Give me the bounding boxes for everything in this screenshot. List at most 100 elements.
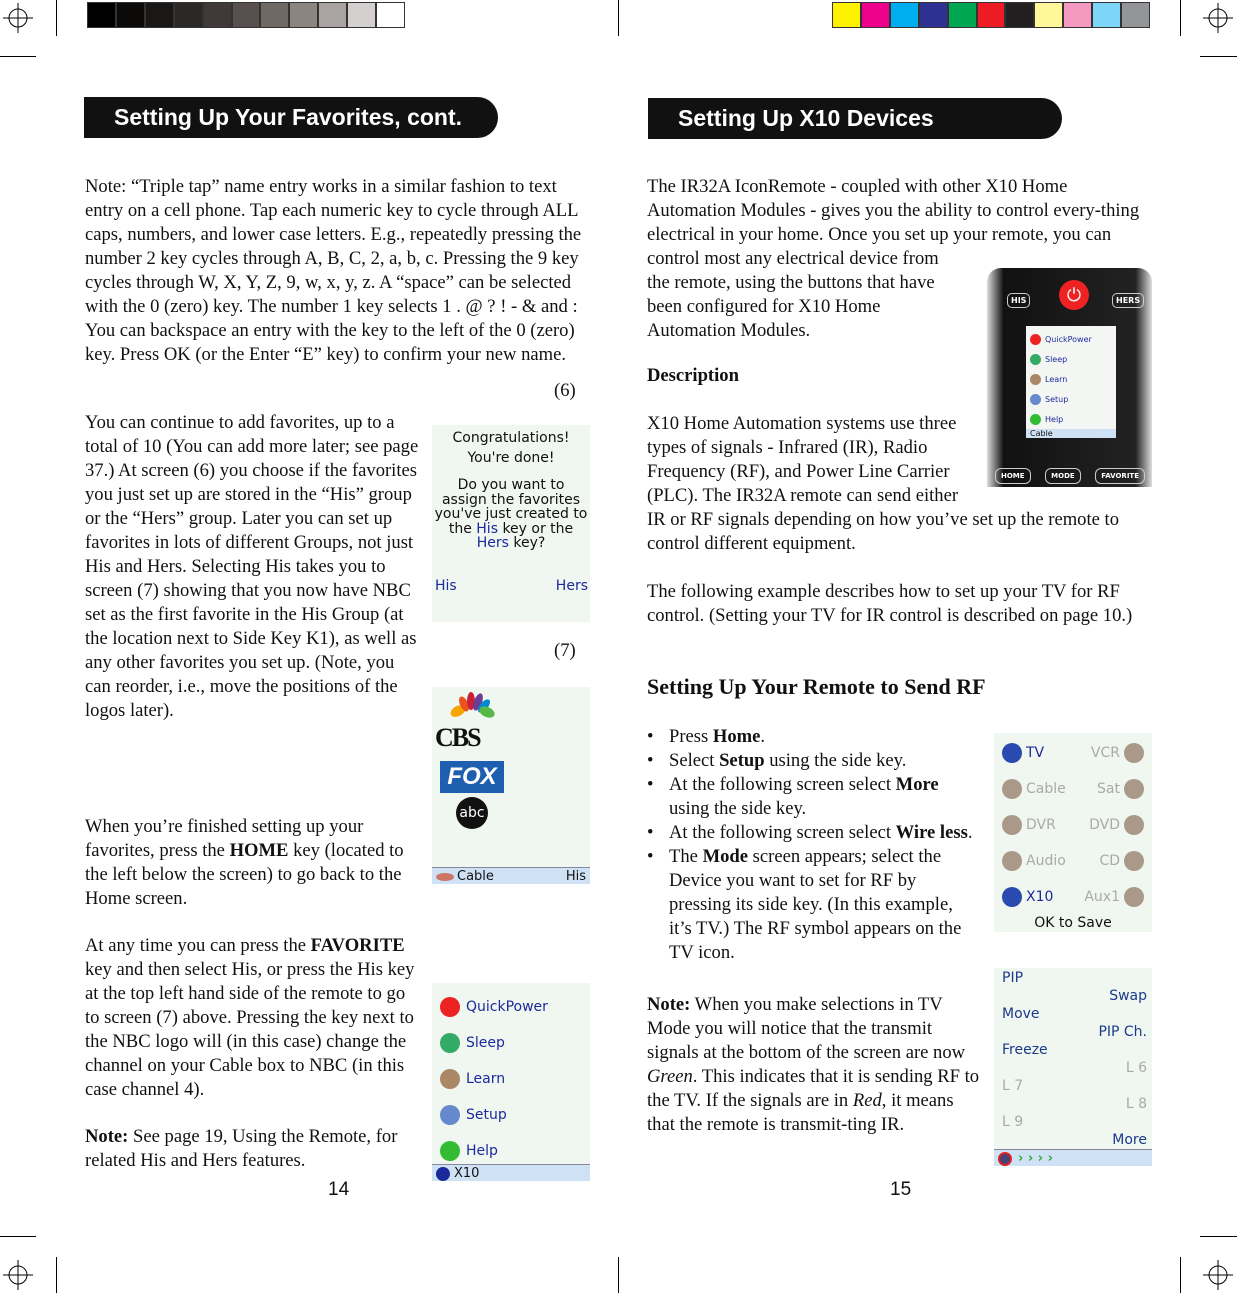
paragraph: Note: “Triple tap” name entry works in a… — [85, 176, 582, 365]
list-item: The Mode screen appears; select the Devi… — [647, 845, 977, 965]
favorite-button[interactable]: FAVORITE — [1095, 468, 1145, 484]
cable-icon — [1002, 779, 1022, 799]
color-swatch — [87, 2, 116, 28]
color-swatch — [1034, 2, 1064, 28]
color-swatch — [260, 2, 290, 28]
device-audio[interactable]: Audio — [998, 851, 1066, 871]
option-l-9[interactable]: L 9 — [1002, 1114, 1023, 1130]
home-button[interactable]: HOME — [995, 468, 1031, 484]
dvd-icon — [1124, 815, 1144, 835]
nbc-logo[interactable] — [444, 691, 500, 721]
option-move[interactable]: Move — [1002, 1006, 1040, 1022]
vcr-icon — [1124, 743, 1144, 763]
option-l-6[interactable]: L 6 — [1126, 1060, 1147, 1076]
fox-logo[interactable]: FOX — [440, 761, 504, 793]
hers-button[interactable]: HERS — [1112, 293, 1145, 308]
option-l-7[interactable]: L 7 — [1002, 1078, 1023, 1094]
device-cable[interactable]: Cable — [998, 779, 1066, 799]
color-swatch — [832, 2, 861, 28]
device-cd[interactable]: CD — [1099, 851, 1148, 871]
menu-item-setup[interactable]: Setup — [440, 1097, 590, 1133]
audio-icon — [1002, 851, 1022, 871]
list-item: At the following screen select Wire less… — [647, 821, 977, 845]
menu-item-sleep[interactable]: Sleep — [440, 1025, 590, 1061]
paragraph: Note: See page 19, Using the Remote, for… — [85, 1126, 398, 1171]
option-freeze[interactable]: Freeze — [1002, 1042, 1048, 1058]
color-swatch — [976, 2, 1006, 28]
paragraph: When you’re finished setting up your fav… — [85, 816, 404, 909]
hers-option[interactable]: Hers — [556, 578, 588, 594]
aux1-icon — [1124, 887, 1144, 907]
power-icon — [440, 997, 460, 1017]
help-icon — [440, 1141, 460, 1161]
device-dvr[interactable]: DVR — [998, 815, 1056, 835]
power-button[interactable]: ⏻ — [1059, 280, 1089, 310]
option-swap[interactable]: Swap — [1109, 988, 1147, 1004]
page-number: 15 — [890, 1179, 912, 1200]
dvr-icon — [1002, 815, 1022, 835]
color-swatch — [202, 2, 232, 28]
menu-item-quickpower[interactable]: QuickPower — [440, 989, 590, 1025]
color-swatch — [318, 2, 348, 28]
menu-item-setup: Setup — [1030, 389, 1116, 409]
color-swatch — [144, 2, 174, 28]
remote-image: ⏻ HIS HERS QuickPower Sleep Learn Setup Help… — [987, 268, 1152, 487]
device-dvd[interactable]: DVD — [1089, 815, 1148, 835]
color-swatch — [860, 2, 890, 28]
x10-icon — [436, 1166, 450, 1181]
color-swatch — [1121, 2, 1150, 28]
device-tv[interactable]: TV — [998, 743, 1044, 763]
section-header: Setting Up X10 Devices — [648, 98, 1062, 139]
tv-icon — [1002, 743, 1022, 763]
paragraph: The following example describes how to s… — [647, 581, 1133, 626]
device-sat[interactable]: Sat — [1097, 779, 1148, 799]
menu-item-quickpower: QuickPower — [1030, 329, 1116, 349]
color-swatch — [947, 2, 977, 28]
cd-icon — [1124, 851, 1144, 871]
color-swatch — [376, 2, 405, 28]
option-more[interactable]: More — [1112, 1132, 1147, 1148]
option-pip[interactable]: PIP — [1002, 970, 1023, 986]
menu-item-help: Help — [1030, 409, 1116, 429]
color-swatch — [115, 2, 145, 28]
list-item: At the following screen select More usin… — [647, 773, 977, 821]
status-bar-device: X10 — [454, 1166, 480, 1181]
screen-text: You're done! — [467, 450, 555, 466]
device-aux1[interactable]: Aux1 — [1084, 887, 1148, 907]
remote-screen: QuickPower Sleep Learn Setup Help Cable — [1026, 326, 1116, 438]
color-swatch — [173, 2, 203, 28]
color-swatch — [918, 2, 948, 28]
screen-text: Congratulations! — [452, 430, 570, 446]
status-bar: Cable — [1026, 429, 1116, 438]
color-swatch — [1005, 2, 1035, 28]
mode-button[interactable]: MODE — [1045, 468, 1081, 484]
instruction-list: Press Home.Select Setup using the side k… — [647, 725, 977, 965]
his-button[interactable]: HIS — [1007, 293, 1031, 308]
sat-icon — [1124, 779, 1144, 799]
menu-item-sleep: Sleep — [1030, 349, 1116, 369]
mode-screen: OK to Save TV VCR Cable Sat DVR DVD Audio CD X10… — [994, 733, 1152, 932]
option-pip-ch-[interactable]: PIP Ch. — [1098, 1024, 1147, 1040]
list-item: Press Home. — [647, 725, 977, 749]
menu-item-learn[interactable]: Learn — [440, 1061, 590, 1097]
color-swatch — [1063, 2, 1093, 28]
rf-heading: Setting Up Your Remote to Send RF — [647, 674, 986, 699]
screen-home-menu: QuickPower Sleep Learn Setup Help X10 — [432, 983, 590, 1181]
cable-icon — [436, 872, 454, 881]
cbs-logo[interactable]: CBS — [435, 723, 482, 753]
paragraph: At any time you can press the FAVORITE k… — [85, 935, 415, 1100]
screen-7-favorites: CBS FOX abc Cable His — [432, 687, 590, 884]
paragraph: You can continue to add favorites, up to… — [85, 412, 419, 721]
signal-arrows-icon: › › › › — [1018, 1151, 1054, 1166]
his-option[interactable]: His — [435, 578, 457, 594]
status-bar-group: His — [565, 869, 586, 884]
color-swatch — [1092, 2, 1122, 28]
option-l-8[interactable]: L 8 — [1126, 1096, 1147, 1112]
device-vcr[interactable]: VCR — [1091, 743, 1148, 763]
color-swatch — [289, 2, 319, 28]
abc-logo[interactable]: abc — [456, 797, 488, 829]
status-bar-device: Cable — [457, 869, 494, 884]
device-x10[interactable]: X10 — [998, 887, 1053, 907]
learn-icon — [440, 1069, 460, 1089]
color-swatch — [231, 2, 261, 28]
